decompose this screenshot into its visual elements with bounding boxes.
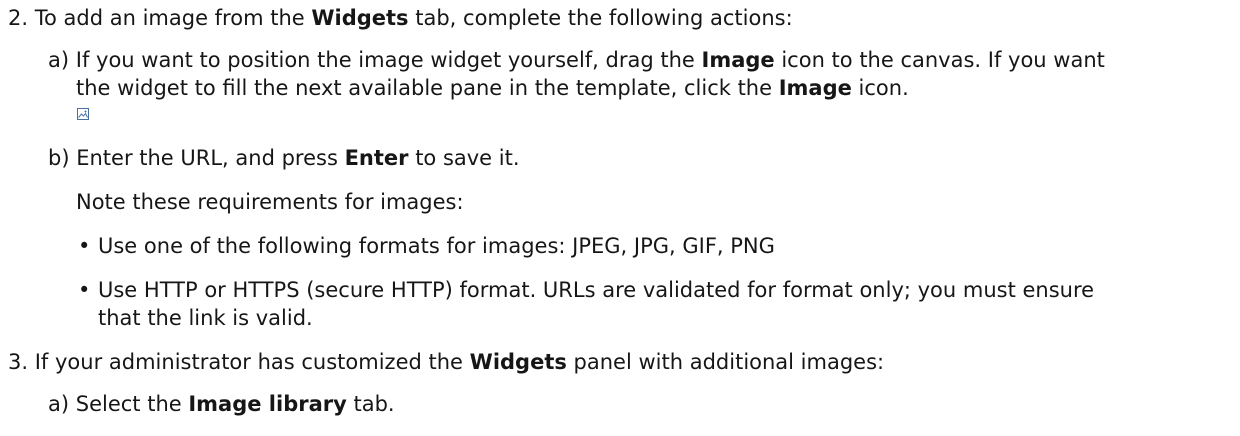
widgets-panel-label: Widgets (469, 350, 567, 374)
step-2a-text-1b: icon to the canvas. If you want (774, 48, 1105, 72)
step-2a-text-2b: icon. (851, 76, 909, 100)
requirement-2-text-1: Use HTTP or HTTPS (secure HTTP) format. … (98, 278, 1095, 302)
step-2a-line-1: a) If you want to position the image wid… (48, 46, 1105, 74)
step-2b: b) Enter the URL, and press Enter to sav… (48, 144, 520, 172)
step-3-text-b: panel with additional images: (566, 350, 885, 374)
step-3a-marker: a) (48, 392, 70, 416)
step-2-text-a: To add an image from the (34, 6, 312, 30)
step-2a-text-1a: If you want to position the image widget… (75, 48, 702, 72)
step-3-text-a: If your administrator has customized the (34, 350, 470, 374)
requirements-note: Note these requirements for images: (76, 188, 464, 216)
step-2b-text-a: Enter the URL, and press (76, 146, 345, 170)
image-label-2: Image (778, 76, 852, 100)
step-2-text-b: tab, complete the following actions: (408, 6, 793, 30)
step-3a: a) Select the Image library tab. (48, 390, 395, 418)
step-2a-text-2a: the widget to fill the next available pa… (76, 76, 779, 100)
step-2a-line-2: the widget to fill the next available pa… (76, 74, 909, 102)
requirement-1-text: Use one of the following formats for ima… (98, 234, 775, 258)
image-label-1: Image (701, 48, 775, 72)
step-2b-marker: b) (48, 146, 70, 170)
step-2-number: 2. (8, 6, 29, 30)
image-library-tab-label: Image library (188, 392, 347, 416)
step-3a-text-b: tab. (346, 392, 395, 416)
bullet-1: • (78, 234, 91, 258)
widgets-tab-label: Widgets (311, 6, 409, 30)
step-3: 3. If your administrator has customized … (8, 348, 884, 376)
requirement-item-2-line-2: that the link is valid. (98, 304, 313, 332)
image-icon (77, 108, 89, 120)
step-2b-text-b: to save it. (408, 146, 520, 170)
requirement-item-1: • Use one of the following formats for im… (78, 232, 775, 260)
enter-key-label: Enter (344, 146, 409, 170)
step-2a-marker: a) (48, 48, 70, 72)
step-3a-text-a: Select the (75, 392, 189, 416)
requirement-2-text-2: that the link is valid. (98, 306, 313, 330)
step-2: 2. To add an image from the Widgets tab,… (8, 4, 793, 32)
step-3-number: 3. (8, 350, 29, 374)
bullet-2: • (78, 278, 91, 302)
requirement-item-2-line-1: • Use HTTP or HTTPS (secure HTTP) format.… (78, 276, 1094, 304)
note-text: Note these requirements for images: (76, 190, 464, 214)
